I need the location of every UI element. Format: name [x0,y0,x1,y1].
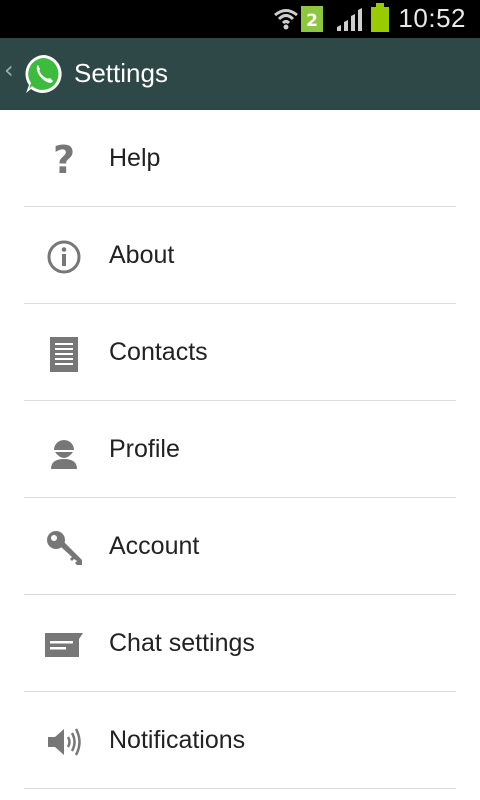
wifi-icon [274,9,298,30]
settings-item-label: Profile [109,435,180,463]
settings-item-label: About [109,241,175,269]
page-title: Settings [74,58,168,88]
settings-list: ? Help About Contacts Profile Account Ch… [0,110,480,789]
key-icon [47,531,82,565]
settings-item-label: Chat settings [109,629,255,657]
settings-item-contacts[interactable]: Contacts [24,304,456,401]
settings-item-notifications[interactable]: Notifications [24,692,456,789]
help-icon: ? [53,140,75,180]
whatsapp-logo-icon[interactable] [22,52,66,96]
battery-icon [371,3,389,32]
svg-text:?: ? [53,140,75,180]
contacts-list-icon [50,337,78,372]
sim-badge-number: 2 [306,11,318,31]
settings-item-account[interactable]: Account [24,498,456,595]
speaker-icon [48,728,81,756]
sim-badge-icon: 2 [301,6,323,32]
action-bar: ‹ Settings [0,38,480,110]
settings-item-label: Account [109,532,200,560]
settings-item-help[interactable]: ? Help [24,110,456,207]
info-icon [47,240,81,274]
settings-item-chat-settings[interactable]: Chat settings [24,595,456,692]
settings-item-label: Contacts [109,338,208,366]
back-chevron-icon[interactable]: ‹ [4,56,14,84]
signal-strength-icon [337,8,362,31]
profile-person-icon [51,440,77,469]
settings-item-about[interactable]: About [24,207,456,304]
status-bar: 2 10:52 [0,0,480,38]
settings-item-label: Help [109,144,161,172]
settings-item-profile[interactable]: Profile [24,401,456,498]
settings-item-label: Notifications [109,726,246,754]
chat-bubble-icon [45,633,83,657]
clock: 10:52 [398,3,466,33]
